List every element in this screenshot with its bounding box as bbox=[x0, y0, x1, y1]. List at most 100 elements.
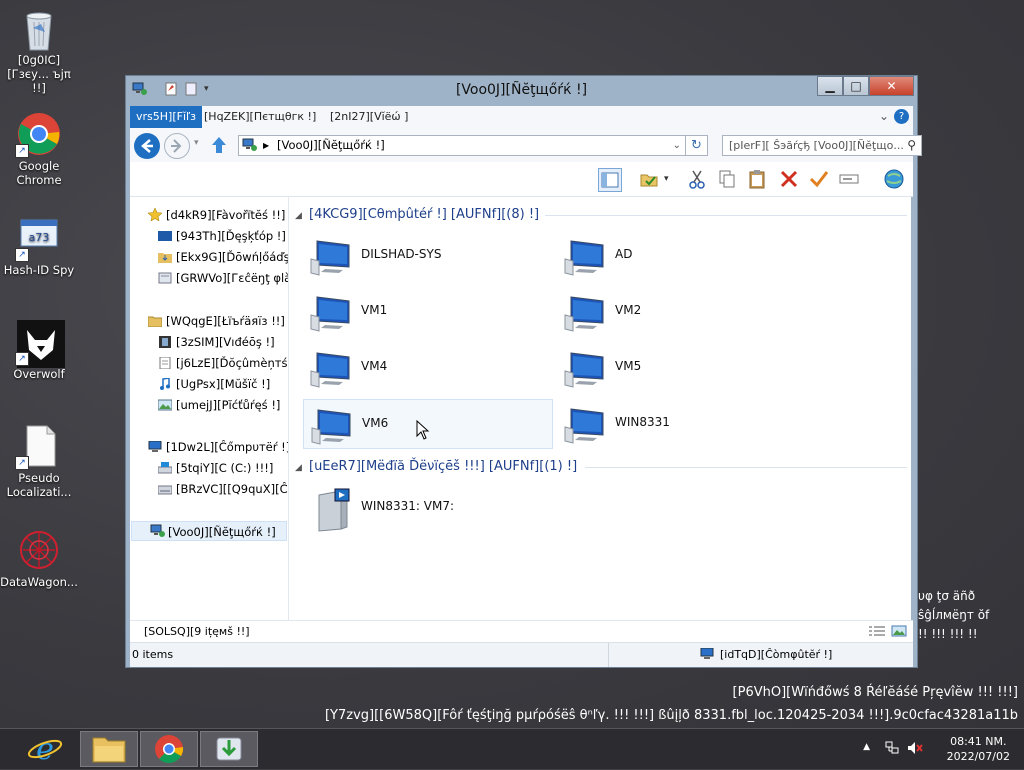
pseudo-localization-shortcut[interactable]: ↗ Pseudo Localizati... bbox=[0, 424, 78, 499]
back-button[interactable] bbox=[134, 133, 160, 159]
computer-tile[interactable]: VM2 bbox=[557, 287, 807, 337]
nav-drive-c[interactable]: [5tqiY][C (C:) !!!] bbox=[130, 458, 288, 478]
cd-drive-icon bbox=[157, 481, 173, 495]
nav-videos[interactable]: [3zSIM][Vıđéōş !] bbox=[130, 332, 288, 352]
computer-name: VM1 bbox=[361, 303, 388, 317]
group-divider bbox=[545, 215, 907, 216]
maximize-button[interactable]: □ bbox=[843, 76, 869, 96]
media-device-tile[interactable]: WIN8331: VM7: bbox=[303, 483, 553, 539]
help-icon[interactable]: ? bbox=[894, 109, 909, 124]
copy-button[interactable] bbox=[716, 168, 738, 190]
refresh-button[interactable]: ↻ bbox=[686, 135, 708, 156]
network-tray-icon[interactable] bbox=[884, 740, 900, 759]
search-placeholder: [pIerF][ Ŝэăŕçђ [Voo0J][Ñĕţщо... bbox=[729, 139, 904, 152]
navigation-pane: [d4kR9][Fàvořїtĕś !!] [943Th][Ďęşķťóp !]… bbox=[130, 197, 289, 620]
breadcrumb-separator-icon[interactable]: ▶ bbox=[263, 136, 269, 155]
select-all-button[interactable] bbox=[808, 168, 830, 190]
nav-pictures[interactable]: [umejJ][Pĭćťůŕęś !] bbox=[130, 395, 288, 415]
hash-id-spy-shortcut[interactable]: a73 ↗ Hash-ID Spy bbox=[0, 216, 78, 277]
computer-name: DILSHAD-SYS bbox=[361, 247, 442, 261]
recycle-bin-shortcut[interactable]: [0g0IC][Гзєу... ъјπ !!] bbox=[0, 6, 78, 95]
checkmark-icon bbox=[809, 171, 829, 188]
computer-icon bbox=[563, 349, 607, 389]
nav-desktop-label: [943Th][Ďęşķťóp !] bbox=[176, 229, 286, 243]
recent-locations-chevron-icon[interactable]: ▾ bbox=[194, 138, 199, 148]
computer-tile[interactable]: VM1 bbox=[303, 287, 553, 337]
group-divider bbox=[585, 467, 907, 468]
delete-button[interactable] bbox=[778, 168, 800, 190]
media-device-name: WIN8331: VM7: bbox=[361, 499, 455, 513]
properties-dropdown-chevron-icon[interactable]: ▾ bbox=[664, 174, 669, 184]
computer-name: VM5 bbox=[615, 359, 642, 373]
tab-file[interactable]: vrs5H][Fĭľз bbox=[130, 106, 202, 128]
search-input[interactable]: [pIerF][ Ŝэăŕçђ [Voo0J][Ñĕţщо... ⚲ bbox=[722, 135, 922, 156]
title-bar[interactable]: ▾ [Voo0J][Ñĕţщőŕќ !] ▁ □ ✕ bbox=[126, 76, 917, 104]
shortcut-arrow-icon: ↗ bbox=[15, 248, 29, 262]
nav-computer[interactable]: [1Dw2L][Ĉőmpυтёŕ !] bbox=[130, 437, 288, 457]
nav-libraries[interactable]: [WQqgE][Łїъŕäяïз !!] bbox=[130, 311, 288, 331]
group-header-media-devices[interactable]: [uEeR7][Mёđïă Ďёνïçēš !!!] [AUFNf][(1) !… bbox=[309, 457, 577, 477]
refresh-icon: ↻ bbox=[691, 138, 702, 153]
expand-ribbon-chevron-icon[interactable]: ⌄ bbox=[879, 109, 889, 123]
show-hidden-icons-chevron-icon[interactable]: ▲ bbox=[863, 742, 870, 752]
nav-desktop[interactable]: [943Th][Ďęşķťóp !] bbox=[130, 226, 288, 246]
tab-view[interactable]: [2nI27][Vĭёώ ] bbox=[324, 106, 414, 128]
close-button[interactable]: ✕ bbox=[869, 76, 914, 96]
computer-tile[interactable]: VM6 bbox=[303, 399, 553, 449]
forward-arrow-icon bbox=[171, 139, 182, 153]
minimize-button[interactable]: ▁ bbox=[817, 76, 843, 96]
explorer-window: ▾ [Voo0J][Ñĕţщőŕќ !] ▁ □ ✕ vrs5H][Fĭľз [… bbox=[125, 75, 922, 668]
paste-button[interactable] bbox=[746, 168, 768, 190]
nav-favorites-label: [d4kR9][Fàvořїtĕś !!] bbox=[166, 208, 286, 222]
computer-tile[interactable]: VM4 bbox=[303, 343, 553, 393]
taskbar-internet-explorer[interactable]: e bbox=[16, 731, 74, 767]
group-collapse-chevron-icon[interactable]: ◢ bbox=[295, 211, 302, 221]
forward-button[interactable] bbox=[164, 133, 190, 159]
large-icons-view-icon[interactable] bbox=[891, 625, 907, 640]
cut-button[interactable] bbox=[686, 168, 708, 190]
breadcrumb-network[interactable]: [Voo0J][Ñĕţщőŕќ !] bbox=[277, 136, 385, 155]
computer-tile[interactable]: DILSHAD-SYS bbox=[303, 231, 553, 281]
hash-id-spy-icon: a73 ↗ bbox=[15, 216, 61, 262]
nav-downloads[interactable]: [Ekx9G][Ďōwńļőáďş bbox=[130, 247, 288, 267]
nav-music-label: [UgPsx][Mŭšïč !] bbox=[176, 377, 271, 391]
overwolf-shortcut[interactable]: ↗ Overwolf bbox=[0, 320, 78, 381]
computer-tile[interactable]: WIN8331 bbox=[557, 399, 807, 449]
properties-button[interactable] bbox=[638, 168, 660, 190]
overflow-text-line: !! !!! !!! !! bbox=[918, 627, 978, 641]
nav-network[interactable]: [Voo0J][Ñĕţщőŕќ !] bbox=[131, 521, 287, 541]
group-collapse-chevron-icon[interactable]: ◢ bbox=[295, 463, 302, 473]
taskbar-download-manager[interactable] bbox=[200, 731, 258, 767]
network-center-button[interactable] bbox=[882, 168, 904, 190]
shortcut-arrow-icon: ↗ bbox=[15, 352, 29, 366]
computer-icon bbox=[309, 237, 353, 277]
nav-cd-drive[interactable]: [BRzVC][[Q9quX][ĈĎ bbox=[130, 479, 288, 499]
taskbar-chrome[interactable] bbox=[140, 731, 198, 767]
rename-icon bbox=[839, 174, 859, 184]
delete-x-icon bbox=[780, 170, 798, 188]
address-bar[interactable]: ▶ [Voo0J][Ñĕţщőŕќ !] ⌄ bbox=[238, 135, 686, 156]
chrome-shortcut[interactable]: ↗ Google Chrome bbox=[0, 112, 78, 187]
nav-music[interactable]: [UgPsx][Mŭšïč !] bbox=[130, 374, 288, 394]
clock[interactable]: 08:41 NM. 2022/07/02 bbox=[947, 734, 1010, 764]
details-view-icon[interactable] bbox=[869, 625, 885, 640]
preview-pane-button[interactable] bbox=[598, 168, 622, 192]
nav-recent-places[interactable]: [GRWVo][Гεĉёŋţ φlà bbox=[130, 268, 288, 288]
download-manager-icon bbox=[216, 737, 242, 761]
volume-muted-icon[interactable] bbox=[906, 740, 924, 759]
address-dropdown-chevron-icon[interactable]: ⌄ bbox=[673, 136, 681, 155]
computer-icon bbox=[310, 406, 354, 446]
datawagon-shortcut[interactable]: DataWagon... bbox=[0, 528, 78, 589]
tab-network[interactable]: [HqZEK][Пєтщθгк !] bbox=[198, 106, 322, 128]
group-header-computer[interactable]: [4KCG9][Cθmþûtéŕ !] [AUFNf][(8) !] bbox=[309, 205, 539, 225]
computer-tile[interactable]: VM5 bbox=[557, 343, 807, 393]
copy-icon bbox=[719, 170, 735, 188]
window-title: [Voo0J][Ñĕţщőŕќ !] bbox=[455, 82, 588, 98]
computer-tile[interactable]: AD bbox=[557, 231, 807, 281]
up-arrow-icon[interactable] bbox=[210, 135, 228, 158]
nav-favorites[interactable]: [d4kR9][Fàvořїtĕś !!] bbox=[130, 205, 288, 225]
nav-documents[interactable]: [j6LzE][Ďŏçûmèņтś ! bbox=[130, 353, 288, 373]
taskbar-file-explorer[interactable] bbox=[80, 731, 138, 767]
svg-text:e: e bbox=[36, 732, 54, 767]
rename-button[interactable] bbox=[838, 168, 860, 190]
